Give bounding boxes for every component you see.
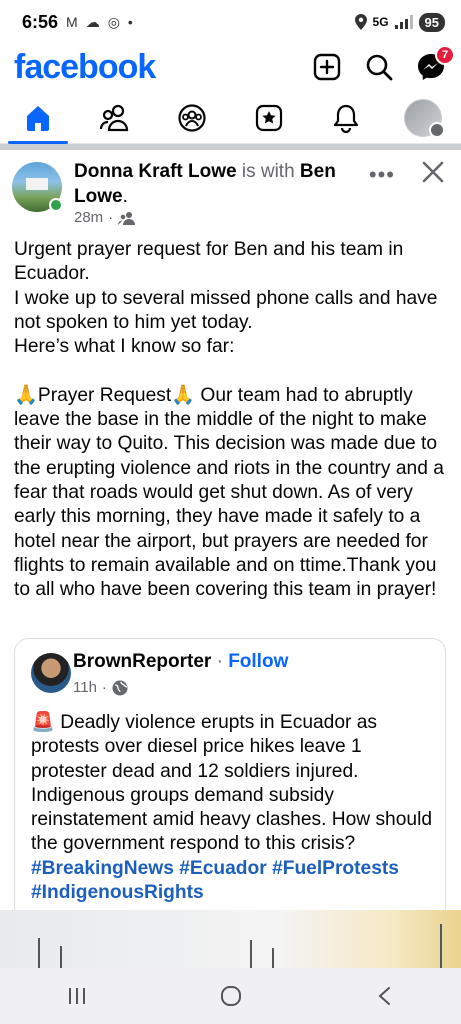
post-image-preview[interactable] xyxy=(0,910,461,968)
location-icon xyxy=(354,14,367,30)
shared-sep: · xyxy=(211,651,229,672)
tab-groups[interactable] xyxy=(154,92,230,144)
search-icon xyxy=(366,54,393,81)
back-icon[interactable] xyxy=(374,985,396,1007)
menu-icon xyxy=(428,121,445,138)
hashtag-link[interactable]: #IndigenousRights xyxy=(31,882,204,903)
shared-meta: 11h · xyxy=(73,679,128,696)
shared-time[interactable]: 11h xyxy=(73,679,97,696)
hashtag-link[interactable]: #FuelProtests xyxy=(272,858,399,879)
tab-notifications[interactable] xyxy=(308,92,384,144)
shared-author-avatar[interactable] xyxy=(31,653,71,693)
hashtag-link[interactable]: #Ecuador xyxy=(179,858,266,879)
tab-profile[interactable] xyxy=(385,92,461,144)
tab-home[interactable] xyxy=(0,92,76,144)
status-bar: 6:56 M ☁ ◎ • 5G 95 xyxy=(0,0,461,44)
image-pole xyxy=(250,940,252,968)
system-nav-bar xyxy=(0,968,461,1024)
online-indicator xyxy=(49,198,63,212)
cloud-icon: ☁ xyxy=(85,13,100,30)
post-time[interactable]: 28m xyxy=(74,209,103,226)
shared-post-card[interactable]: BrownReporter · Follow 11h · 🚨 Deadly vi… xyxy=(14,638,446,938)
hashtag-link[interactable]: #BreakingNews xyxy=(31,858,174,879)
more-options-button[interactable]: ••• xyxy=(369,162,395,188)
feed-post: Donna Kraft Lowe is with Ben Lowe. 28m ·… xyxy=(0,150,461,938)
post-meta: 28m · xyxy=(74,209,136,226)
shared-time-sep: · xyxy=(101,679,107,696)
post-body: Urgent prayer request for Ben and his te… xyxy=(14,239,444,601)
main-nav xyxy=(0,92,461,144)
friends-icon xyxy=(100,104,129,131)
post-author-line: Donna Kraft Lowe is with Ben Lowe. xyxy=(74,159,364,209)
app-header: facebook 7 xyxy=(0,44,461,90)
facebook-logo[interactable]: facebook xyxy=(14,48,156,87)
profile-avatar xyxy=(403,98,445,138)
with-text: is with xyxy=(236,161,300,182)
author-name[interactable]: Donna Kraft Lowe xyxy=(74,161,237,182)
tagged-suffix: . xyxy=(122,186,128,207)
instagram-icon: ◎ xyxy=(107,13,120,30)
shared-post-body: 🚨 Deadly violence erupts in Ecuador as p… xyxy=(31,711,437,905)
search-button[interactable] xyxy=(363,51,395,83)
image-pole xyxy=(440,924,442,968)
close-icon[interactable] xyxy=(419,158,447,186)
follow-button[interactable]: Follow xyxy=(228,651,288,672)
post-header: Donna Kraft Lowe is with Ben Lowe. 28m ·… xyxy=(0,150,461,236)
shared-body-text: 🚨 Deadly violence erupts in Ecuador as p… xyxy=(31,712,433,855)
signal-icon xyxy=(394,15,413,29)
image-pole xyxy=(38,938,40,968)
gmail-icon: M xyxy=(66,14,78,30)
globe-icon xyxy=(112,680,128,695)
tab-friends[interactable] xyxy=(77,92,153,144)
shared-author-name[interactable]: BrownReporter xyxy=(73,651,211,672)
marketplace-icon xyxy=(255,104,282,131)
network-type: 5G xyxy=(372,15,389,29)
home-circle-icon[interactable] xyxy=(219,984,243,1008)
dot-icon: • xyxy=(127,14,133,30)
plus-square-icon xyxy=(313,53,341,81)
groups-icon xyxy=(178,103,206,132)
bell-icon xyxy=(333,104,358,133)
recent-apps-icon[interactable] xyxy=(66,985,88,1007)
battery-level: 95 xyxy=(418,12,445,32)
messenger-badge: 7 xyxy=(435,45,455,65)
friends-audience-icon xyxy=(118,211,136,225)
create-button[interactable] xyxy=(311,51,343,83)
meta-separator: · xyxy=(108,209,114,226)
status-time: 6:56 xyxy=(22,11,59,32)
image-pole xyxy=(60,946,62,968)
tab-marketplace[interactable] xyxy=(231,92,307,144)
messenger-button[interactable]: 7 xyxy=(415,45,455,83)
image-pole xyxy=(272,948,274,968)
shared-author-line: BrownReporter · Follow xyxy=(73,651,288,673)
home-icon xyxy=(27,105,50,131)
